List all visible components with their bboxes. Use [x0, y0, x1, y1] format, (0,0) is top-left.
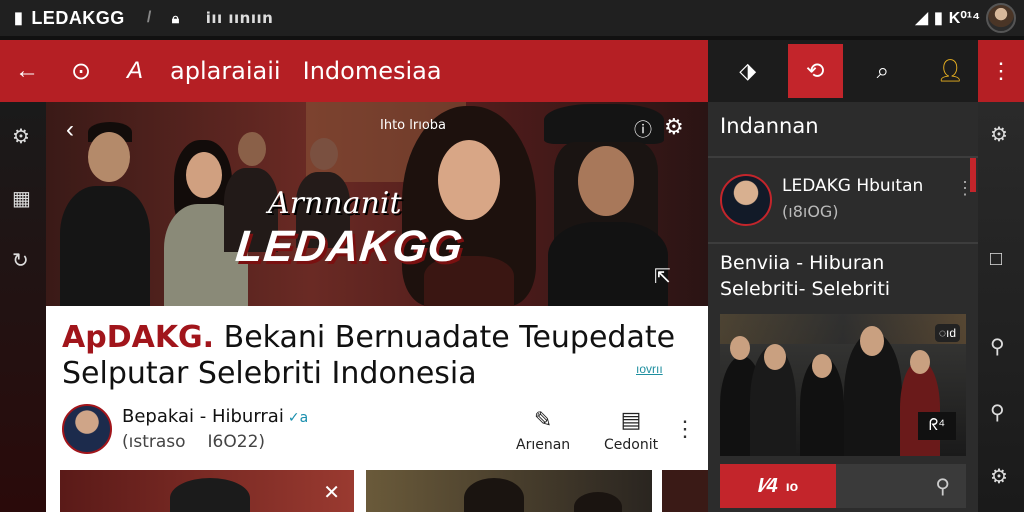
channel-avatar[interactable] — [62, 404, 112, 454]
main-toolbar: ← ⊙ A aplaraiaii Indomesiaa — [0, 40, 708, 102]
search-icon[interactable]: ⊙ — [54, 57, 108, 86]
article-card[interactable]: ApDAKG. Bekani Bernuadate Teupedate Selp… — [46, 306, 708, 512]
crowd-head — [860, 326, 884, 356]
settings-icon[interactable]: ⚙ — [12, 124, 30, 149]
toolbar-title-part1: aplaraiaii — [170, 57, 281, 85]
panel-group-photo[interactable]: ◌ıd ᖇ⁴ — [720, 314, 966, 456]
hero-script-title: Arnnanit — [268, 186, 402, 221]
logo-icon[interactable]: A — [108, 57, 162, 85]
status-bar-left: ▮ LEDAKGG / 🔒︎ iıı ıınıın — [0, 8, 273, 29]
stat-count: I6O22) — [207, 432, 266, 452]
related-thumbnail-3[interactable] — [662, 470, 708, 512]
more-options-icon[interactable]: ⋮ — [674, 416, 696, 442]
article-stats: (ıstraso I6O22) — [122, 432, 265, 452]
crowd-figure — [900, 360, 940, 456]
crowd-head — [812, 354, 832, 378]
channel-name[interactable]: Bepakai - Hiburrai ✓a — [122, 406, 308, 427]
info-icon[interactable]: ⓘ — [634, 116, 652, 142]
refresh-icon[interactable]: ↻ — [12, 248, 29, 273]
panel-action-small: ıo — [785, 478, 799, 494]
action-comment-button[interactable]: ▤ Cedonit — [604, 408, 658, 453]
hero-back-icon[interactable]: ‹ — [66, 116, 74, 144]
status-bar-right: ◢ ▮ K⁰¹⁴ — [916, 3, 1016, 33]
panel-subscriber-count: (ı8ıOG) — [782, 202, 839, 221]
related-thumbnail-1[interactable]: ✕ — [60, 470, 354, 512]
status-bar: ▮ LEDAKGG / 🔒︎ iıı ıınıın ◢ ▮ K⁰¹⁴ — [0, 0, 1024, 36]
panel-toolbar: ⬗ ⟲ ⌕ 👤︎ — [708, 40, 978, 102]
photo-badge-bottom[interactable]: ᖇ⁴ — [918, 412, 956, 440]
edit-icon: ✎ — [533, 408, 553, 433]
search-icon[interactable]: ⚲ — [935, 474, 950, 499]
battery-icon: ▮ — [933, 10, 943, 27]
clock-text: K⁰¹⁴ — [948, 10, 980, 27]
search-icon[interactable]: ⚲ — [990, 334, 1005, 359]
thumbnail-figure — [574, 492, 622, 512]
panel-headline-line2: Selebriti- Selebriti — [720, 278, 891, 300]
hero-top-text: Ihto lrıoba — [380, 118, 446, 133]
divider — [708, 156, 978, 158]
verified-icon: ✓a — [287, 410, 309, 426]
hero-person-1 — [60, 122, 150, 306]
shield-icon[interactable]: ⬗ — [720, 44, 776, 98]
grid-icon[interactable]: ▦ — [12, 186, 31, 211]
signal-icon: ◢ — [915, 10, 928, 27]
crowd-head — [910, 350, 930, 374]
url-text[interactable]: iıı ıınıın — [206, 9, 274, 27]
user-avatar[interactable] — [986, 3, 1016, 33]
more-link[interactable]: ıovrıı — [636, 362, 663, 376]
photo-badge-top: ◌ıd — [934, 324, 960, 342]
panel-more-icon[interactable]: ⋮ — [956, 178, 974, 199]
toolbar-title: aplaraiaii Indomesiaa — [170, 57, 442, 85]
crowd-head — [730, 336, 750, 360]
article-title-brand: ApDAKG. — [62, 320, 215, 355]
hero-brand-title: LEDAKGG — [233, 222, 466, 271]
photo-lights — [720, 314, 966, 344]
channel-name-text: Bepakai - Hiburrai — [122, 406, 284, 427]
panel-action-button[interactable]: I⁄4 ıo — [720, 464, 836, 508]
article-title-rest: Bekani Bernuadate Teupedate — [214, 320, 676, 355]
right-rail: ⚙ □ ⚲ ⚲ ⚙ — [978, 102, 1024, 512]
panel-channel-name[interactable]: LEDAKG Hbuıtan — [782, 176, 923, 196]
gear-icon[interactable]: ⚙ — [664, 114, 684, 140]
thumbnail-figure — [170, 478, 250, 512]
lock-icon: 🔒︎ — [171, 9, 180, 26]
close-icon[interactable]: ✕ — [323, 480, 340, 505]
separator: / — [146, 9, 152, 26]
search-icon[interactable]: ⌕ — [855, 44, 911, 98]
app-name: LEDAKGG — [31, 7, 125, 28]
action-comment-label: Cedonit — [604, 437, 659, 453]
panel-headline-line1: Benviia - Hiburan — [720, 252, 885, 274]
action-edit-button[interactable]: ✎ Arıenan — [516, 408, 570, 453]
gear-icon[interactable]: ⚙ — [990, 122, 1008, 147]
divider — [708, 242, 978, 244]
panel-bottom-bar: I⁄4 ıo ⚲ — [720, 464, 966, 508]
article-title-line2: Selputar Selebriti Indonesia — [62, 356, 477, 391]
search-alt-icon[interactable]: ⚲ — [990, 400, 1005, 425]
comment-icon: ▤ — [620, 408, 642, 433]
hero-banner[interactable]: ‹ Ihto lrıoba ⓘ ⚙ Arnnanit LEDAKGG ⇱ — [46, 102, 708, 306]
hero-person-3 — [394, 106, 544, 306]
panel-action-label: I⁄4 — [757, 474, 778, 497]
more-menu-icon[interactable]: ⋮ — [978, 40, 1024, 102]
panel-title: Indannan — [720, 114, 819, 138]
back-arrow-icon[interactable]: ← — [0, 57, 54, 85]
share-icon[interactable]: ⇱ — [654, 264, 671, 289]
left-rail: ⚙ ▦ ↻ — [0, 102, 46, 512]
app-icon: ▮ — [14, 10, 24, 27]
square-icon[interactable]: □ — [990, 248, 1002, 271]
action-edit-label: Arıenan — [516, 437, 571, 453]
stat-views: (ıstraso — [122, 432, 186, 452]
panel-channel-avatar[interactable] — [720, 174, 772, 226]
side-panel: Indannan LEDAKG Hbuıtan (ı8ıOG) ⋮ Benvii… — [708, 102, 978, 512]
related-thumbnail-2[interactable] — [366, 470, 652, 512]
crowd-head — [764, 344, 786, 370]
history-icon[interactable]: ⟲ — [787, 44, 843, 98]
thumbnail-figure — [464, 478, 524, 512]
account-icon[interactable]: 👤︎ — [923, 44, 979, 98]
article-title[interactable]: ApDAKG. Bekani Bernuadate Teupedate Selp… — [62, 320, 702, 392]
toolbar-title-part2: Indomesiaa — [302, 57, 442, 85]
settings-icon[interactable]: ⚙ — [990, 464, 1008, 489]
panel-headline[interactable]: Benviia - Hiburan Selebriti- Selebriti — [720, 250, 970, 302]
